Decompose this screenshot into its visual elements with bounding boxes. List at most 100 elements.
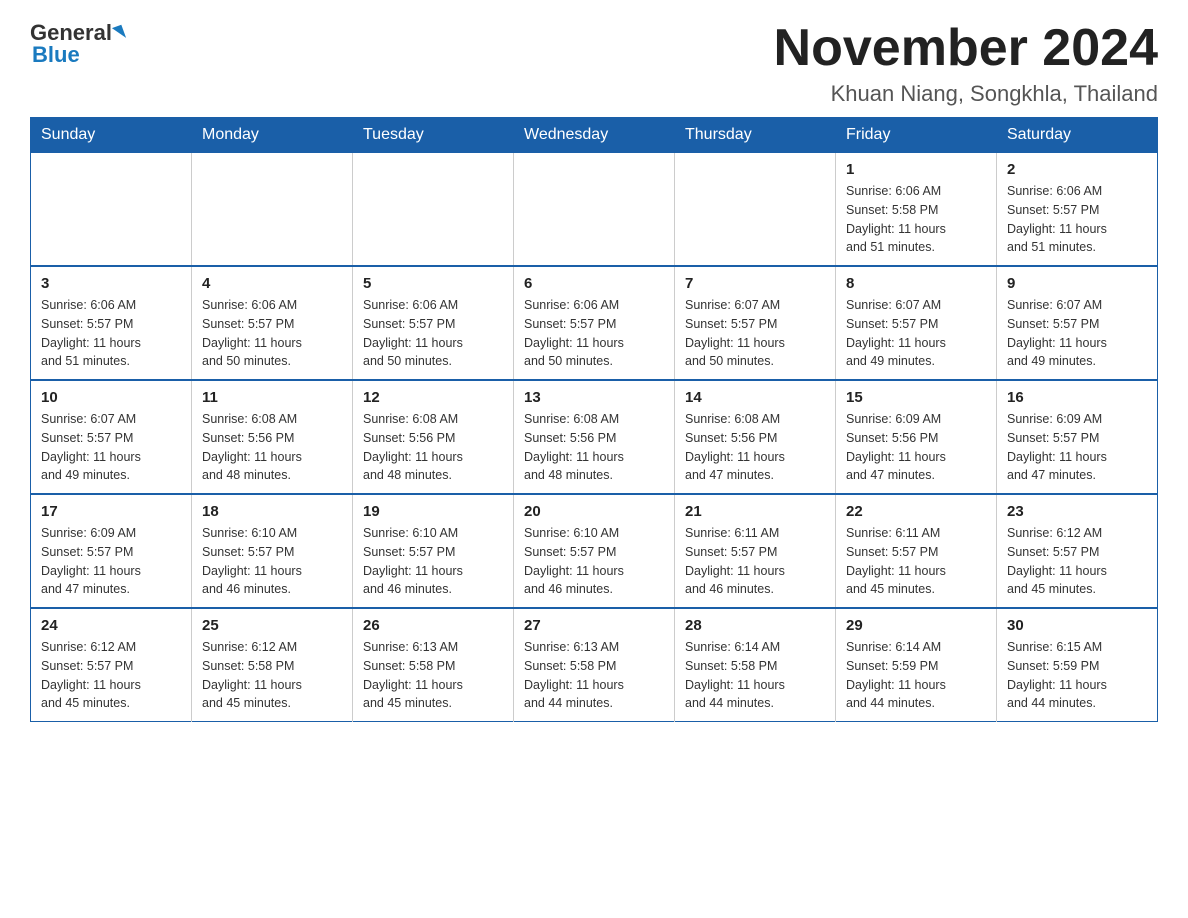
calendar-cell: 7 Sunrise: 6:07 AMSunset: 5:57 PMDaylight… (675, 266, 836, 380)
day-number: 25 (202, 617, 342, 634)
calendar-cell (31, 153, 192, 267)
calendar-cell: 8 Sunrise: 6:07 AMSunset: 5:57 PMDaylight… (836, 266, 997, 380)
calendar-cell: 23 Sunrise: 6:12 AMSunset: 5:57 PMDayligh… (997, 494, 1158, 608)
day-info: Sunrise: 6:08 AMSunset: 5:56 PMDaylight:… (524, 410, 664, 485)
day-number: 26 (363, 617, 503, 634)
calendar-cell (353, 153, 514, 267)
day-info: Sunrise: 6:10 AMSunset: 5:57 PMDaylight:… (363, 524, 503, 599)
weekday-header-saturday: Saturday (997, 118, 1158, 153)
day-number: 4 (202, 275, 342, 292)
weekday-header-row: SundayMondayTuesdayWednesdayThursdayFrid… (31, 118, 1158, 153)
calendar-cell: 13 Sunrise: 6:08 AMSunset: 5:56 PMDayligh… (514, 380, 675, 494)
day-number: 23 (1007, 503, 1147, 520)
day-info: Sunrise: 6:08 AMSunset: 5:56 PMDaylight:… (202, 410, 342, 485)
day-number: 27 (524, 617, 664, 634)
day-info: Sunrise: 6:12 AMSunset: 5:57 PMDaylight:… (41, 638, 181, 713)
day-number: 21 (685, 503, 825, 520)
day-info: Sunrise: 6:12 AMSunset: 5:57 PMDaylight:… (1007, 524, 1147, 599)
calendar-table: SundayMondayTuesdayWednesdayThursdayFrid… (30, 117, 1158, 722)
day-info: Sunrise: 6:13 AMSunset: 5:58 PMDaylight:… (363, 638, 503, 713)
calendar-week-row: 17Sunrise: 6:09 AMSunset: 5:57 PMDayligh… (31, 494, 1158, 608)
calendar-cell (514, 153, 675, 267)
day-number: 29 (846, 617, 986, 634)
day-info: Sunrise: 6:09 AMSunset: 5:57 PMDaylight:… (1007, 410, 1147, 485)
day-number: 14 (685, 389, 825, 406)
calendar-cell: 1Sunrise: 6:06 AMSunset: 5:58 PMDaylight… (836, 153, 997, 267)
calendar-cell: 5Sunrise: 6:06 AMSunset: 5:57 PMDaylight… (353, 266, 514, 380)
calendar-cell (675, 153, 836, 267)
calendar-cell: 20 Sunrise: 6:10 AMSunset: 5:57 PMDayligh… (514, 494, 675, 608)
day-number: 7 (685, 275, 825, 292)
logo-blue-word: Blue (32, 42, 80, 68)
day-number: 19 (363, 503, 503, 520)
day-number: 11 (202, 389, 342, 406)
weekday-header-wednesday: Wednesday (514, 118, 675, 153)
calendar-cell: 17Sunrise: 6:09 AMSunset: 5:57 PMDayligh… (31, 494, 192, 608)
day-number: 18 (202, 503, 342, 520)
day-info: Sunrise: 6:06 AMSunset: 5:57 PMDaylight:… (202, 296, 342, 371)
weekday-header-monday: Monday (192, 118, 353, 153)
day-number: 16 (1007, 389, 1147, 406)
calendar-cell: 9Sunrise: 6:07 AMSunset: 5:57 PMDaylight… (997, 266, 1158, 380)
calendar-cell: 12 Sunrise: 6:08 AMSunset: 5:56 PMDayligh… (353, 380, 514, 494)
day-info: Sunrise: 6:10 AMSunset: 5:57 PMDaylight:… (524, 524, 664, 599)
day-number: 8 (846, 275, 986, 292)
day-number: 3 (41, 275, 181, 292)
day-info: Sunrise: 6:14 AMSunset: 5:59 PMDaylight:… (846, 638, 986, 713)
day-number: 5 (363, 275, 503, 292)
calendar-cell (192, 153, 353, 267)
day-info: Sunrise: 6:06 AMSunset: 5:58 PMDaylight:… (846, 182, 986, 257)
calendar-week-row: 1Sunrise: 6:06 AMSunset: 5:58 PMDaylight… (31, 153, 1158, 267)
day-number: 17 (41, 503, 181, 520)
calendar-cell: 30 Sunrise: 6:15 AMSunset: 5:59 PMDayligh… (997, 608, 1158, 722)
day-info: Sunrise: 6:06 AMSunset: 5:57 PMDaylight:… (1007, 182, 1147, 257)
day-number: 24 (41, 617, 181, 634)
calendar-cell: 10Sunrise: 6:07 AMSunset: 5:57 PMDayligh… (31, 380, 192, 494)
day-info: Sunrise: 6:15 AMSunset: 5:59 PMDaylight:… (1007, 638, 1147, 713)
calendar-cell: 14 Sunrise: 6:08 AMSunset: 5:56 PMDayligh… (675, 380, 836, 494)
calendar-cell: 21 Sunrise: 6:11 AMSunset: 5:57 PMDayligh… (675, 494, 836, 608)
calendar-cell: 18Sunrise: 6:10 AMSunset: 5:57 PMDayligh… (192, 494, 353, 608)
calendar-cell: 26 Sunrise: 6:13 AMSunset: 5:58 PMDayligh… (353, 608, 514, 722)
logo-triangle-icon (112, 25, 126, 42)
calendar-cell: 15 Sunrise: 6:09 AMSunset: 5:56 PMDayligh… (836, 380, 997, 494)
weekday-header-friday: Friday (836, 118, 997, 153)
day-number: 9 (1007, 275, 1147, 292)
day-info: Sunrise: 6:11 AMSunset: 5:57 PMDaylight:… (846, 524, 986, 599)
calendar-cell: 16 Sunrise: 6:09 AMSunset: 5:57 PMDayligh… (997, 380, 1158, 494)
day-info: Sunrise: 6:08 AMSunset: 5:56 PMDaylight:… (363, 410, 503, 485)
day-info: Sunrise: 6:07 AMSunset: 5:57 PMDaylight:… (685, 296, 825, 371)
day-info: Sunrise: 6:07 AMSunset: 5:57 PMDaylight:… (846, 296, 986, 371)
calendar-week-row: 10Sunrise: 6:07 AMSunset: 5:57 PMDayligh… (31, 380, 1158, 494)
logo: General Blue (30, 20, 124, 68)
calendar-cell: 27 Sunrise: 6:13 AMSunset: 5:58 PMDayligh… (514, 608, 675, 722)
day-number: 30 (1007, 617, 1147, 634)
day-number: 15 (846, 389, 986, 406)
day-number: 12 (363, 389, 503, 406)
day-info: Sunrise: 6:08 AMSunset: 5:56 PMDaylight:… (685, 410, 825, 485)
title-section: November 2024 Khuan Niang, Songkhla, Tha… (774, 20, 1158, 107)
day-info: Sunrise: 6:06 AMSunset: 5:57 PMDaylight:… (524, 296, 664, 371)
calendar-cell: 11 Sunrise: 6:08 AMSunset: 5:56 PMDayligh… (192, 380, 353, 494)
calendar-cell: 4 Sunrise: 6:06 AMSunset: 5:57 PMDaylight… (192, 266, 353, 380)
day-info: Sunrise: 6:14 AMSunset: 5:58 PMDaylight:… (685, 638, 825, 713)
calendar-body: 1Sunrise: 6:06 AMSunset: 5:58 PMDaylight… (31, 153, 1158, 722)
calendar-header: SundayMondayTuesdayWednesdayThursdayFrid… (31, 118, 1158, 153)
day-info: Sunrise: 6:09 AMSunset: 5:56 PMDaylight:… (846, 410, 986, 485)
month-year-title: November 2024 (774, 20, 1158, 77)
calendar-cell: 2 Sunrise: 6:06 AMSunset: 5:57 PMDaylight… (997, 153, 1158, 267)
weekday-header-thursday: Thursday (675, 118, 836, 153)
calendar-cell: 25 Sunrise: 6:12 AMSunset: 5:58 PMDayligh… (192, 608, 353, 722)
calendar-cell: 19 Sunrise: 6:10 AMSunset: 5:57 PMDayligh… (353, 494, 514, 608)
day-info: Sunrise: 6:11 AMSunset: 5:57 PMDaylight:… (685, 524, 825, 599)
day-info: Sunrise: 6:12 AMSunset: 5:58 PMDaylight:… (202, 638, 342, 713)
weekday-header-sunday: Sunday (31, 118, 192, 153)
day-number: 13 (524, 389, 664, 406)
weekday-header-tuesday: Tuesday (353, 118, 514, 153)
calendar-cell: 29 Sunrise: 6:14 AMSunset: 5:59 PMDayligh… (836, 608, 997, 722)
day-number: 22 (846, 503, 986, 520)
day-number: 20 (524, 503, 664, 520)
day-info: Sunrise: 6:13 AMSunset: 5:58 PMDaylight:… (524, 638, 664, 713)
day-number: 10 (41, 389, 181, 406)
day-number: 2 (1007, 161, 1147, 178)
